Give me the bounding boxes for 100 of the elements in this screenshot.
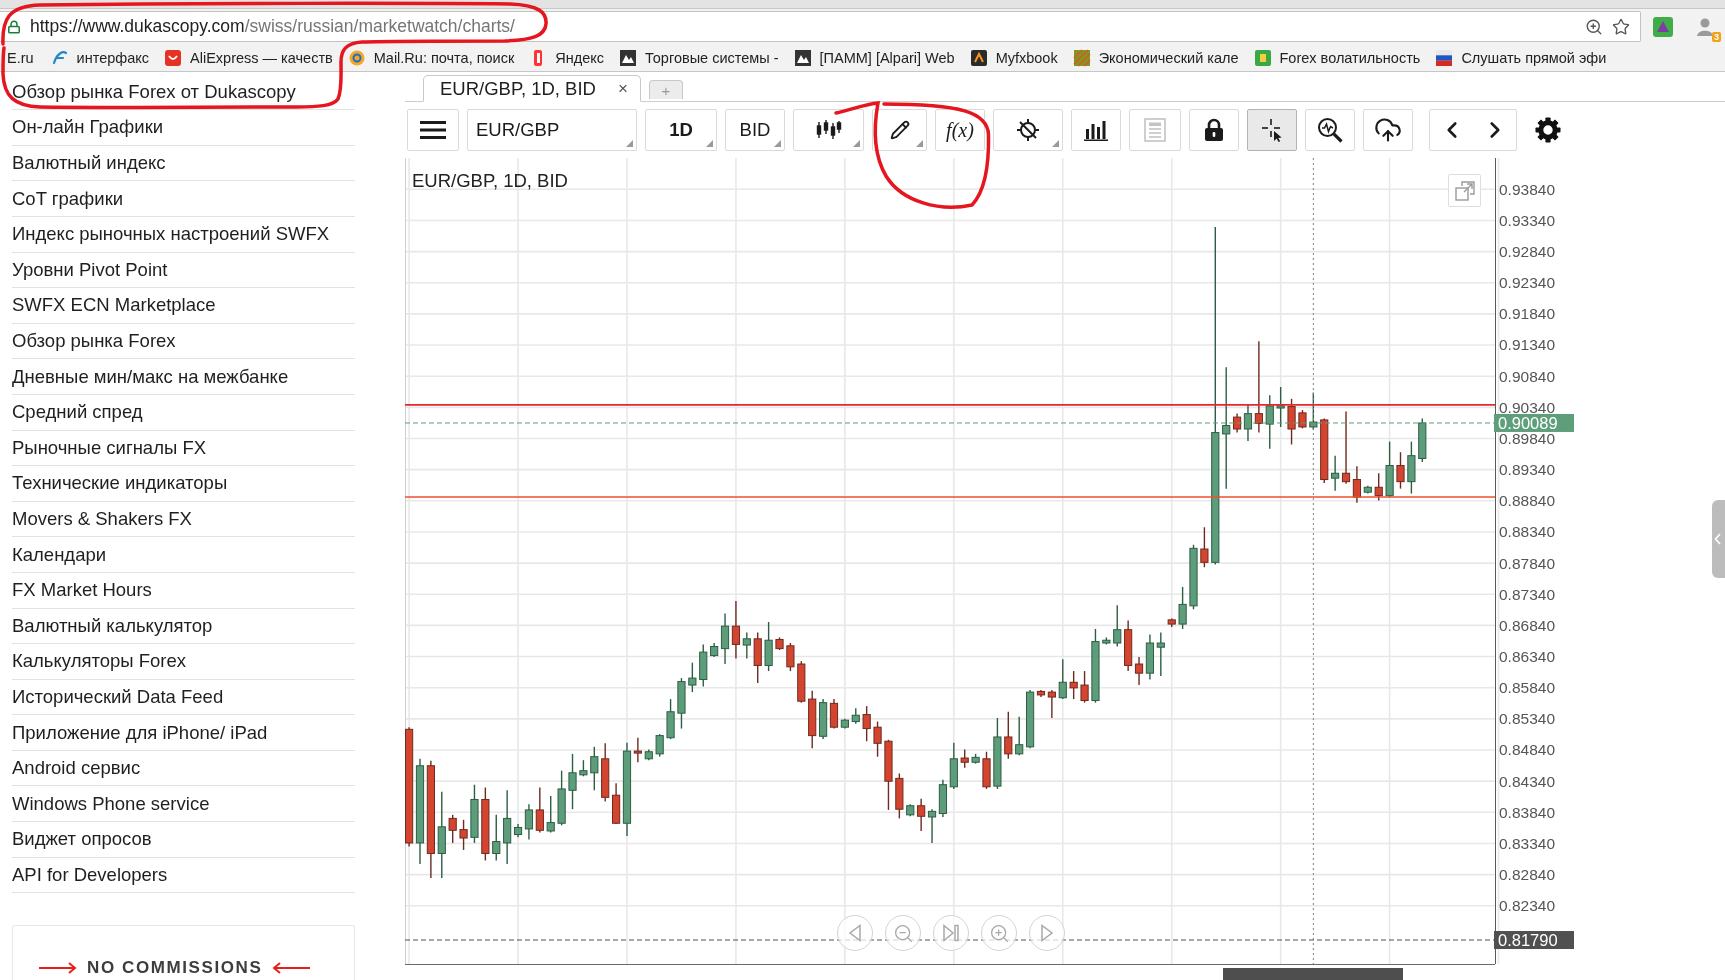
candle [949, 741, 958, 790]
bookmark-item[interactable]: Слушать прямой эфи [1428, 49, 1615, 66]
sidebar-link[interactable]: Обзор рынка Forex [12, 323, 355, 360]
sidebar-link[interactable]: Он-лайн Графики [12, 110, 355, 146]
sidebar-link[interactable]: SWFX ECN Marketplace [12, 288, 355, 324]
sidebar-link[interactable]: Movers & Shakers FX [12, 501, 355, 538]
price-tag: 0.81790 [1494, 930, 1574, 949]
pencil-button[interactable] [872, 109, 927, 151]
address-bar[interactable]: https://www.dukascopy.com/swiss/russian/marketwatch/charts/ [0, 11, 1641, 42]
sidebar-link[interactable]: Калькуляторы Forex [12, 644, 355, 680]
zoom-in-icon [988, 922, 1010, 944]
panel-handle[interactable] [1712, 500, 1725, 578]
sidebar-link[interactable]: Обзор рынка Forex от Dukascopy [12, 74, 355, 111]
candle [960, 748, 969, 769]
candle [971, 753, 980, 765]
chart-title: EUR/GBP, 1D, BID [412, 170, 568, 192]
candle [927, 808, 937, 844]
candlestick-button[interactable] [793, 109, 864, 151]
formula-button[interactable]: f(x) [935, 109, 985, 151]
bookmark-item[interactable]: Яндекс [522, 49, 613, 66]
bookmark-item[interactable]: интерфакс [43, 49, 158, 66]
sidebar-link[interactable]: Приложение для iPhone/ iPad [12, 715, 355, 751]
candle [1167, 617, 1176, 628]
star-icon[interactable] [1612, 17, 1630, 36]
target-slash-icon [1016, 118, 1040, 142]
chart-tab[interactable]: EUR/GBP, 1D, BID × [423, 75, 641, 102]
candle [917, 798, 926, 832]
candle [1374, 472, 1383, 502]
pencil-icon [889, 120, 910, 140]
sidebar-link[interactable]: Рыночные сигналы FX [12, 430, 355, 467]
axis-label: 0.84340 [1499, 772, 1556, 790]
menu-button[interactable] [407, 109, 459, 151]
url-text: https://www.dukascopy.com/swiss/russian/marketwatch/charts/ [30, 16, 516, 37]
sidebar-link[interactable]: Валютный калькулятор [12, 608, 355, 645]
sidebar-link[interactable]: Технические индикаторы [12, 466, 355, 502]
candle [764, 621, 773, 672]
lock-button[interactable] [1189, 109, 1239, 151]
bookmark-item[interactable]: Торговые системы - [612, 49, 787, 66]
candle [1363, 485, 1372, 495]
zoom-icon[interactable] [1585, 17, 1603, 36]
extension-icon[interactable] [1653, 16, 1673, 37]
candle [535, 786, 544, 834]
arrow-right-icon [39, 961, 77, 974]
candle [1298, 409, 1307, 430]
sidebar-link[interactable]: API for Developers [12, 857, 355, 894]
bookmark-item[interactable]: [ПАММ] [Alpari] Web [786, 49, 963, 66]
candle [590, 746, 599, 791]
notification-badge: 3 [1712, 31, 1721, 42]
sidebar-link[interactable]: Windows Phone service [12, 786, 355, 823]
candle [1015, 715, 1024, 756]
bookmark-item[interactable]: Mail.Ru: почта, поиск [340, 49, 523, 66]
bookmark-item[interactable]: E.ru [7, 49, 34, 66]
triangle-right-icon [1040, 924, 1054, 942]
sidebar-link[interactable]: FX Market Hours [12, 572, 355, 609]
lock-icon [1204, 118, 1224, 142]
bar-chart-button[interactable] [1071, 109, 1121, 151]
magnifier-button[interactable] [1305, 109, 1355, 151]
sidebar-link[interactable]: Индекс рыночных настроений SWFX [12, 216, 355, 253]
bookmark-item[interactable]: Forex волатильность [1246, 49, 1429, 66]
axis-label: 0.87340 [1499, 585, 1556, 603]
candle [655, 733, 664, 758]
sidebar-link[interactable]: Уровни Pivot Point [12, 252, 355, 289]
crosshair-button[interactable] [1247, 109, 1297, 151]
candle [938, 779, 947, 818]
sidebar-link[interactable]: CoT графики [12, 181, 355, 217]
candle [1385, 440, 1394, 498]
menu-icon [420, 120, 446, 140]
candle [699, 643, 708, 688]
candle [1080, 670, 1089, 704]
bookmark-item[interactable]: AliExpress — качеств [157, 49, 341, 66]
cloud-upload-button[interactable] [1363, 109, 1413, 151]
bookmark-item[interactable]: Myfxbook [962, 49, 1066, 66]
bookmark-item[interactable]: Экономический кале [1065, 49, 1247, 66]
candle [851, 707, 860, 725]
candle [1320, 417, 1329, 484]
instrument-select[interactable]: EUR/GBP [467, 109, 637, 151]
period-select[interactable]: 1D [645, 109, 717, 151]
sidebar-link[interactable]: Валютный индекс [12, 145, 355, 182]
zoom-out-icon [892, 922, 914, 944]
candle [906, 803, 915, 817]
close-tab-button[interactable]: × [617, 78, 628, 99]
price-side-select[interactable]: BID [725, 109, 785, 151]
sidebar-link[interactable]: Календари [12, 537, 355, 573]
bar-chart-icon [1084, 119, 1108, 141]
axis-label: 0.83840 [1499, 803, 1556, 821]
favicon-icon [348, 49, 365, 66]
candle [797, 660, 806, 704]
candle [1265, 394, 1274, 450]
candle [1418, 417, 1427, 463]
ref-line-label: 0.90089 [1498, 413, 1558, 432]
sidebar-link[interactable]: Дневные мин/макс на межбанке [12, 359, 355, 395]
candle [470, 784, 479, 844]
sidebar-link[interactable]: Исторический Data Feed [12, 679, 355, 716]
sidebar-link[interactable]: Средний спред [12, 394, 355, 431]
candle [601, 742, 610, 803]
banner-text: NO COMMISSIONS [87, 957, 263, 978]
sidebar-link[interactable]: Android сервис [12, 750, 355, 787]
target-button[interactable] [993, 109, 1063, 151]
candle [448, 814, 457, 844]
sidebar-link[interactable]: Виджет опросов [12, 822, 355, 858]
